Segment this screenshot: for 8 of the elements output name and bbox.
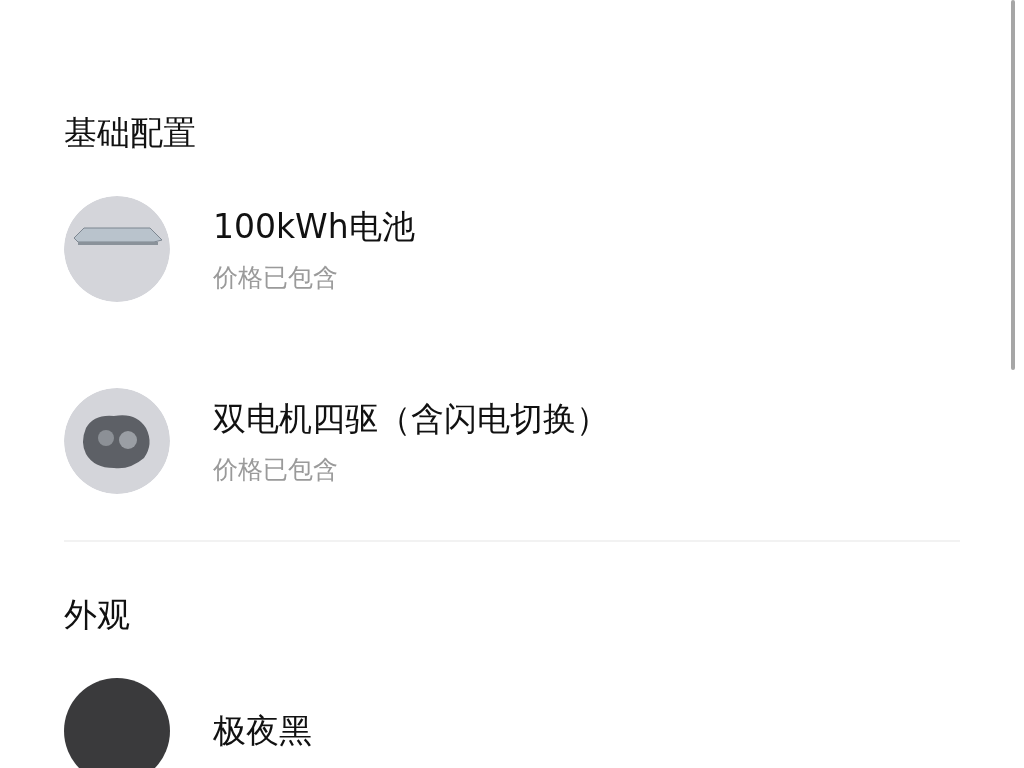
section-title: 外观	[64, 594, 131, 636]
price-note: 价格已包含	[213, 261, 339, 294]
option-name: 100kWh电池	[213, 205, 415, 248]
scrollbar[interactable]	[1011, 0, 1015, 370]
price-note: 价格已包含	[213, 453, 339, 486]
option-name: 极夜黑	[213, 710, 312, 752]
option-name: 双电机四驱（含闪电切换）	[213, 397, 609, 440]
section-title: 基础配置	[64, 112, 197, 154]
